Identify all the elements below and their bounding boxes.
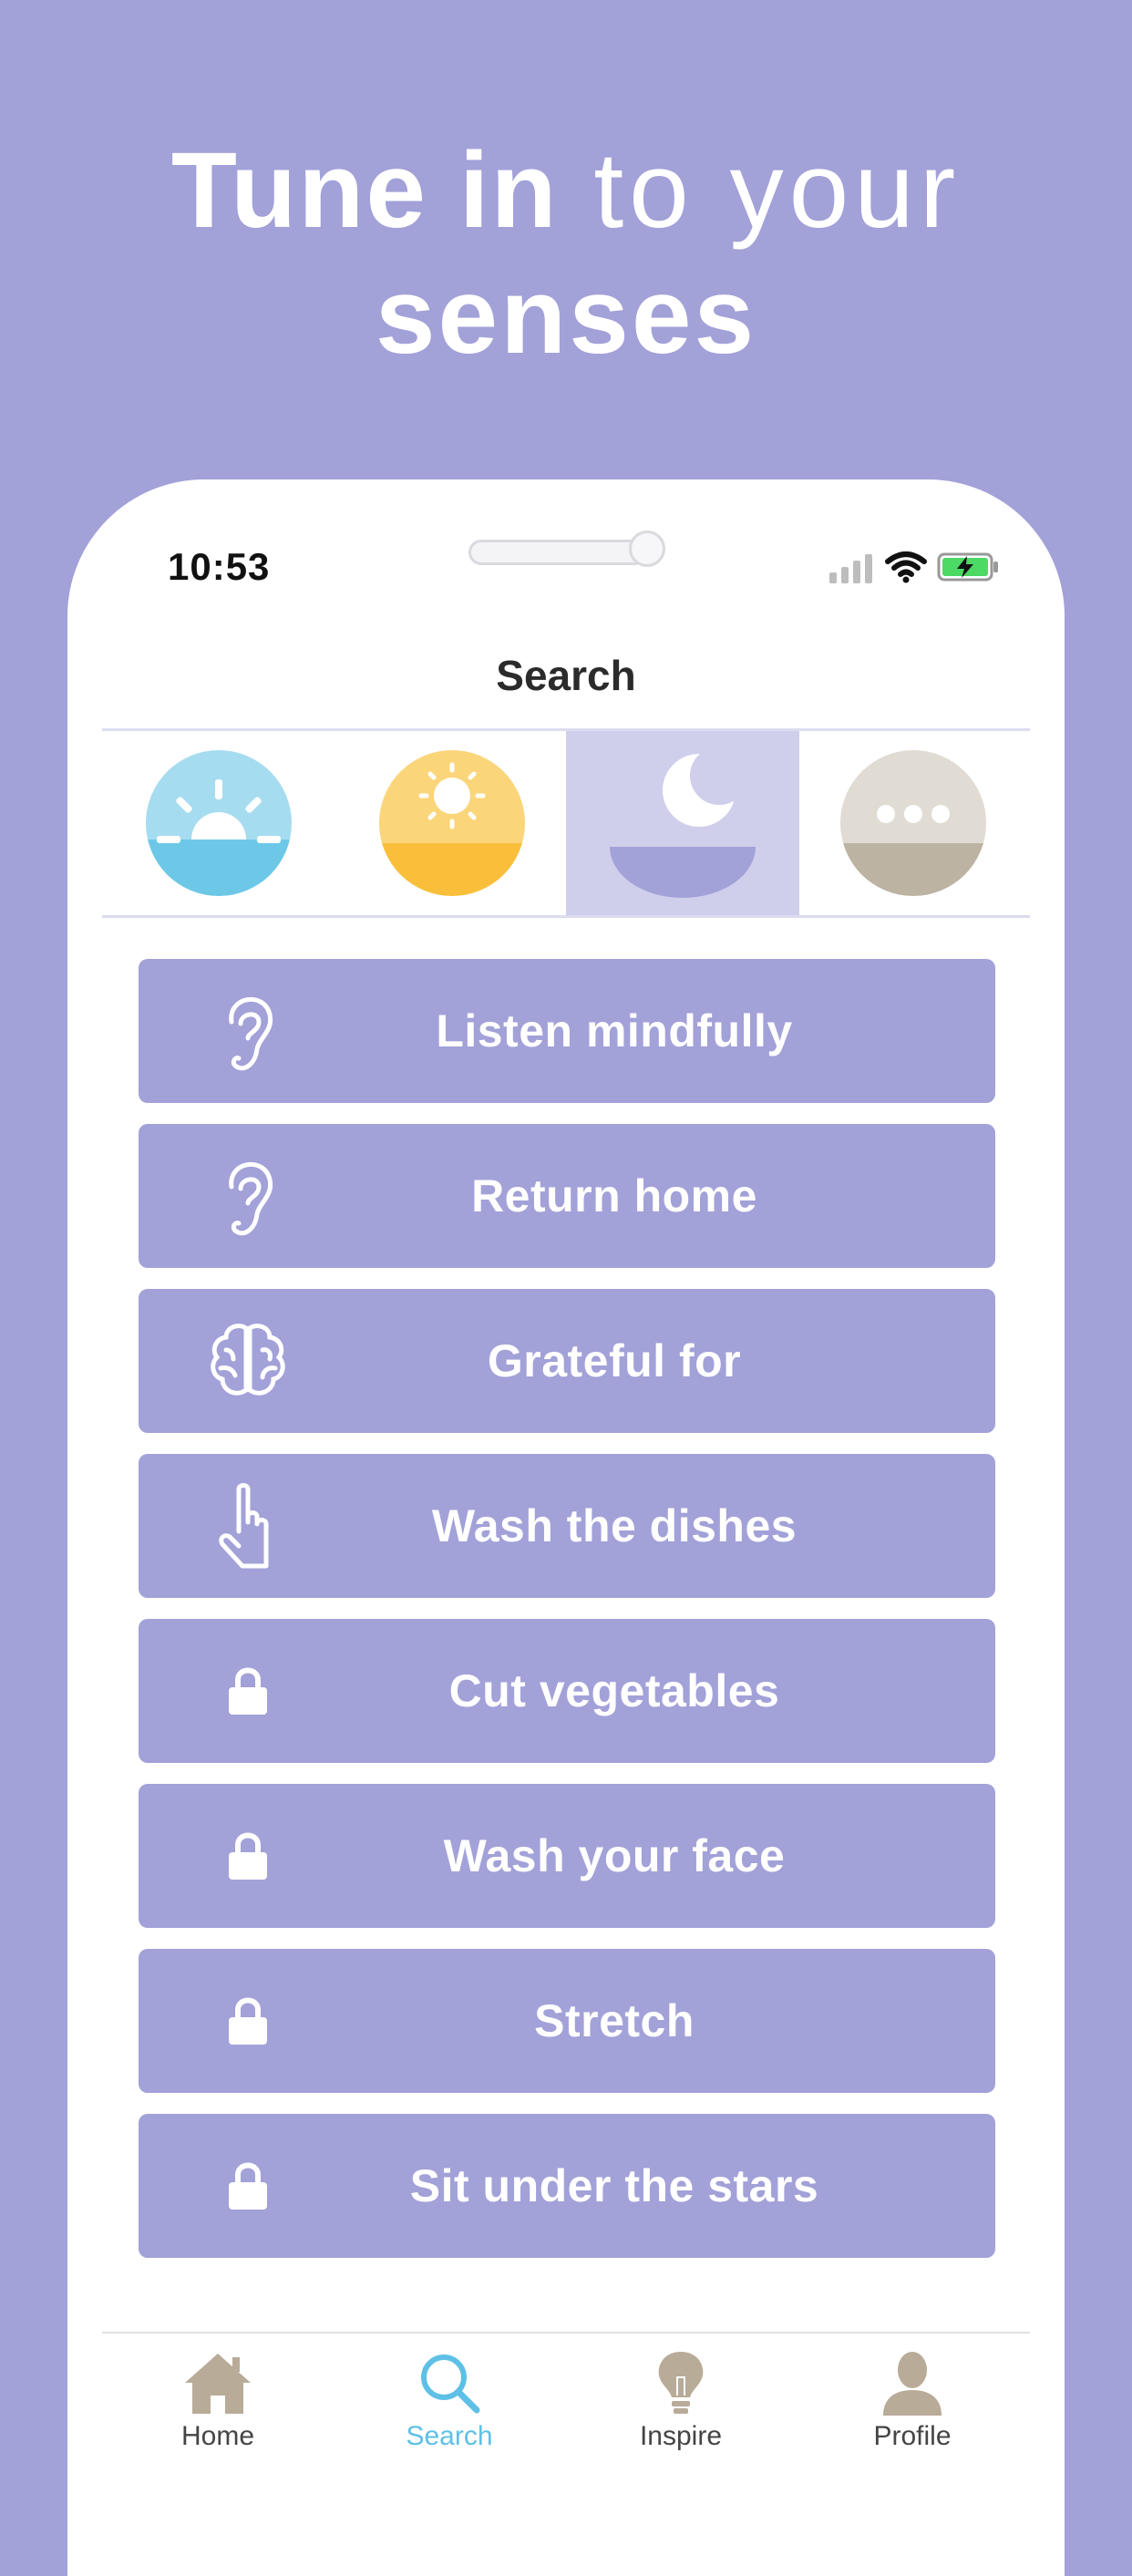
search-icon bbox=[421, 2354, 480, 2414]
more-icon bbox=[840, 750, 986, 896]
home-icon bbox=[185, 2354, 251, 2414]
sun-icon bbox=[379, 750, 525, 896]
time-of-day-segmented-control bbox=[102, 728, 1030, 918]
list-item[interactable]: Stretch bbox=[139, 1949, 995, 2093]
sunrise-icon bbox=[146, 750, 292, 896]
list-item[interactable]: Wash the dishes bbox=[139, 1454, 995, 1598]
headline-line-2: senses bbox=[375, 256, 757, 376]
list-item-label: Sit under the stars bbox=[409, 2160, 819, 2211]
status-icons bbox=[828, 551, 1001, 583]
tab-home-label: Home bbox=[180, 2421, 255, 2451]
list-item-label: Wash the dishes bbox=[431, 1500, 798, 1551]
list-item-label: Listen mindfully bbox=[436, 1005, 793, 1056]
list-item-label: Return home bbox=[471, 1170, 757, 1221]
tab-bar: Home Search Inspire Profile bbox=[102, 2332, 1030, 2576]
phone-speaker bbox=[468, 540, 647, 565]
list-item[interactable]: Sit under the stars bbox=[139, 2114, 995, 2258]
list-item-label: Stretch bbox=[534, 1995, 695, 2046]
moon-icon bbox=[610, 748, 756, 898]
list-item[interactable]: Return home bbox=[139, 1124, 995, 1268]
promo-headline: Tune in to your senses bbox=[0, 128, 1132, 379]
segment-morning[interactable] bbox=[102, 731, 335, 915]
signal-icon bbox=[829, 554, 872, 583]
list-item[interactable]: Grateful for bbox=[139, 1289, 995, 1433]
status-time: 10:53 bbox=[168, 545, 271, 588]
segment-other[interactable] bbox=[797, 731, 1030, 915]
wifi-icon bbox=[885, 551, 927, 583]
headline-bold: Tune in bbox=[170, 130, 559, 251]
battery-icon bbox=[937, 552, 998, 582]
nav-title: Search bbox=[496, 652, 636, 699]
segment-day[interactable] bbox=[335, 731, 569, 915]
headline-light: to your bbox=[558, 130, 962, 251]
list-item-label: Wash your face bbox=[443, 1830, 786, 1881]
headline-line-1: Tune in to your bbox=[0, 128, 1132, 253]
tab-inspire-label: Inspire bbox=[639, 2421, 723, 2451]
list-item-label: Cut vegetables bbox=[448, 1665, 780, 1716]
phone-frame: 10:53 Search Listen mindfully Return hom… bbox=[67, 479, 1065, 2576]
lightbulb-icon bbox=[658, 2352, 704, 2414]
list-item-label: Grateful for bbox=[487, 1335, 742, 1386]
segment-night[interactable] bbox=[566, 731, 799, 915]
person-icon bbox=[883, 2352, 942, 2416]
tab-profile-label: Profile bbox=[873, 2421, 952, 2451]
list-item[interactable]: Cut vegetables bbox=[139, 1619, 995, 1763]
list-item[interactable]: Wash your face bbox=[139, 1784, 995, 1928]
phone-camera bbox=[629, 531, 665, 567]
list-item[interactable]: Listen mindfully bbox=[139, 959, 995, 1103]
tab-search-label: Search bbox=[406, 2421, 493, 2451]
